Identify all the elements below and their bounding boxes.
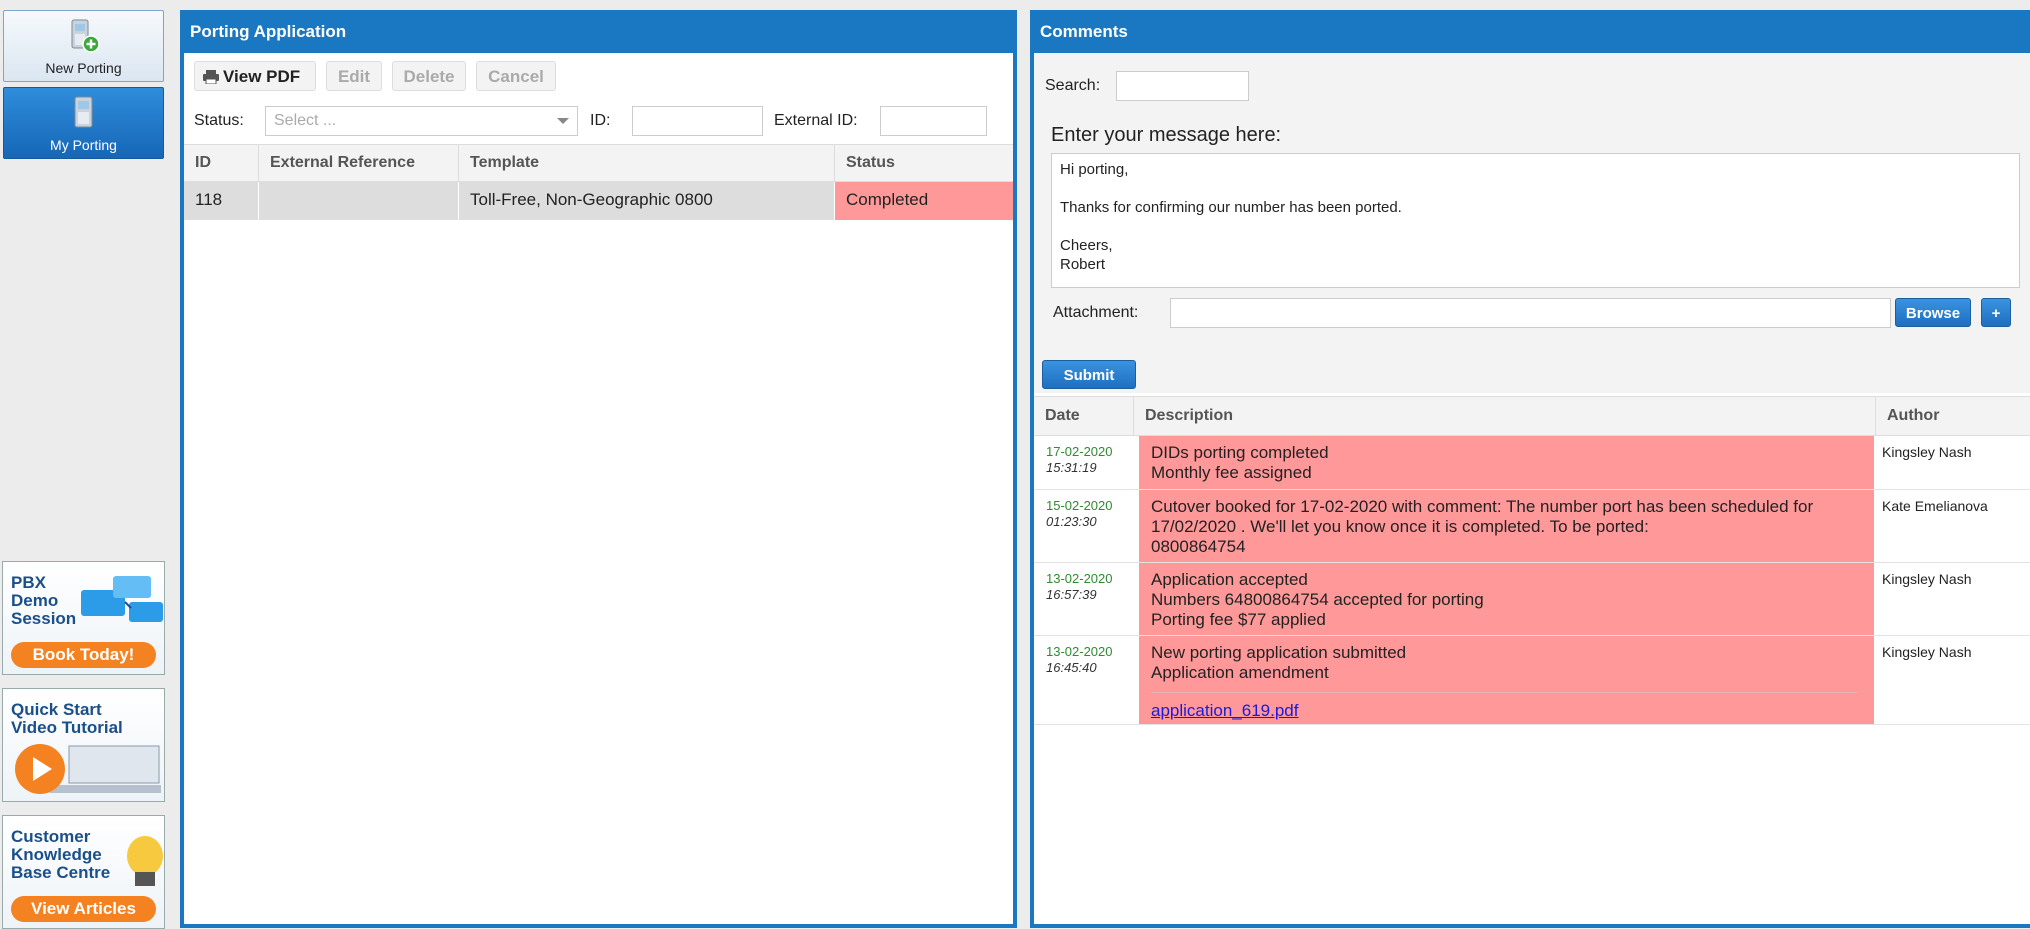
column-header-external-reference[interactable]: External Reference	[259, 145, 459, 181]
list-item[interactable]: 17-02-2020 15:31:19 DIDs porting complet…	[1034, 436, 2030, 490]
cell-external-reference	[259, 182, 459, 220]
comment-datetime: 15-02-2020 01:23:30	[1046, 498, 1113, 530]
comment-time: 01:23:30	[1046, 514, 1097, 529]
comment-date: 13-02-2020	[1046, 571, 1113, 586]
comment-line: Cutover booked for 17-02-2020 with comme…	[1151, 497, 1814, 516]
quick-start-text: Quick Start Video Tutorial	[11, 700, 123, 737]
column-header-description[interactable]: Description	[1134, 397, 1876, 435]
table-row[interactable]: 118 Toll-Free, Non-Geographic 0800 Compl…	[184, 182, 1013, 220]
pbx-demo-banner[interactable]: PBX Demo Session Book Today!	[2, 561, 165, 675]
my-porting-button[interactable]: My Porting	[3, 87, 164, 159]
comment-line: 0800864754	[1151, 537, 1246, 556]
comment-time: 16:45:40	[1046, 660, 1097, 675]
play-video-icon	[15, 744, 161, 794]
comments-grid-header: Date Description Author	[1034, 396, 2030, 436]
comment-date: 17-02-2020	[1046, 444, 1113, 459]
column-header-author[interactable]: Author	[1876, 397, 2030, 435]
comment-date: 13-02-2020	[1046, 644, 1113, 659]
comment-author: Kingsley Nash	[1882, 571, 1972, 587]
column-header-status[interactable]: Status	[835, 145, 1013, 181]
status-filter-label: Status:	[194, 112, 244, 129]
my-porting-phone-icon	[74, 96, 93, 128]
comments-panel: Comments Search: Enter your message here…	[1030, 10, 2030, 928]
message-textarea[interactable]: Hi porting, Thanks for confirming our nu…	[1051, 153, 2020, 288]
porting-grid-header: ID External Reference Template Status	[184, 144, 1013, 182]
add-attachment-button[interactable]: +	[1981, 298, 2011, 327]
column-header-date[interactable]: Date	[1034, 397, 1134, 435]
status-badge: Completed	[835, 182, 1013, 220]
view-pdf-label: View PDF	[223, 67, 301, 86]
chevron-down-icon	[557, 118, 569, 124]
comment-divider	[1151, 692, 1857, 693]
comment-author: Kingsley Nash	[1882, 444, 1972, 460]
cell-id: 118	[184, 182, 259, 220]
cell-template: Toll-Free, Non-Geographic 0800	[459, 182, 835, 220]
comment-line: New porting application submitted	[1151, 643, 1407, 662]
comments-panel-title: Comments	[1030, 10, 2030, 53]
submit-button[interactable]: Submit	[1042, 360, 1136, 389]
comment-time: 15:31:19	[1046, 460, 1097, 475]
external-id-filter-label: External ID:	[774, 112, 858, 129]
comment-line: Application accepted	[1151, 570, 1308, 589]
search-input[interactable]	[1116, 71, 1249, 101]
delete-button[interactable]: Delete	[392, 61, 466, 91]
new-porting-phone-icon	[71, 19, 100, 53]
list-item[interactable]: 15-02-2020 01:23:30 Cutover booked for 1…	[1034, 490, 2030, 563]
comment-line: DIDs porting completed	[1151, 443, 1329, 462]
id-filter-label: ID:	[590, 112, 611, 129]
list-item[interactable]: 13-02-2020 16:57:39 Application accepted…	[1034, 563, 2030, 636]
comment-description: DIDs porting completed Monthly fee assig…	[1139, 436, 1874, 489]
knowledge-base-text: Customer Knowledge Base Centre	[11, 827, 111, 882]
light-bulb-icon	[127, 836, 163, 886]
list-item[interactable]: 13-02-2020 16:45:40 New porting applicat…	[1034, 636, 2030, 725]
message-label: Enter your message here:	[1051, 124, 1282, 146]
comment-line: Porting fee $77 applied	[1151, 610, 1326, 629]
side-navigation: New Porting My Porting PBX Demo Session …	[0, 0, 170, 929]
column-header-template[interactable]: Template	[459, 145, 835, 181]
edit-button[interactable]: Edit	[326, 61, 382, 91]
browse-button[interactable]: Browse	[1895, 298, 1971, 327]
porting-application-panel: Porting Application View PDF Edit Delete…	[180, 10, 1017, 928]
printer-icon	[203, 70, 219, 84]
comment-time: 16:57:39	[1046, 587, 1097, 602]
comment-date: 15-02-2020	[1046, 498, 1113, 513]
diagram-icon	[81, 576, 163, 622]
new-porting-label: New Porting	[45, 60, 122, 76]
comment-description: New porting application submitted Applic…	[1139, 636, 1874, 724]
comment-line: 17/02/2020 . We'll let you know once it …	[1151, 517, 1649, 536]
comment-line: Monthly fee assigned	[1151, 463, 1312, 482]
new-porting-button[interactable]: New Porting	[3, 10, 164, 82]
external-id-filter-input[interactable]	[880, 106, 987, 136]
my-porting-label: My Porting	[50, 137, 117, 153]
view-pdf-button[interactable]: View PDF	[194, 61, 316, 91]
search-label: Search:	[1045, 77, 1101, 94]
cancel-button[interactable]: Cancel	[476, 61, 556, 91]
comment-description: Cutover booked for 17-02-2020 with comme…	[1139, 490, 1874, 562]
column-header-id[interactable]: ID	[184, 145, 259, 181]
comment-author: Kingsley Nash	[1882, 644, 1972, 660]
attachment-label: Attachment:	[1053, 304, 1139, 321]
attachment-input[interactable]	[1170, 298, 1891, 328]
comment-author: Kate Emelianova	[1882, 498, 1988, 514]
comment-datetime: 13-02-2020 16:45:40	[1046, 644, 1113, 676]
comment-datetime: 13-02-2020 16:57:39	[1046, 571, 1113, 603]
id-filter-input[interactable]	[632, 106, 763, 136]
attachment-link[interactable]: application_619.pdf	[1151, 701, 1862, 721]
quick-start-banner[interactable]: Quick Start Video Tutorial	[2, 688, 165, 802]
view-articles-button[interactable]: View Articles	[11, 896, 156, 922]
pbx-demo-text: PBX Demo Session	[11, 573, 77, 628]
comment-line: Application amendment	[1151, 663, 1329, 682]
book-today-button[interactable]: Book Today!	[11, 642, 156, 668]
knowledge-base-banner[interactable]: Customer Knowledge Base Centre View Arti…	[2, 815, 165, 929]
comment-datetime: 17-02-2020 15:31:19	[1046, 444, 1113, 476]
status-filter-select[interactable]: Select ...	[265, 106, 578, 136]
status-filter-placeholder: Select ...	[274, 112, 337, 129]
comment-line: Numbers 64800864754 accepted for porting	[1151, 590, 1484, 609]
porting-panel-title: Porting Application	[180, 10, 1017, 53]
comment-description: Application accepted Numbers 64800864754…	[1139, 563, 1874, 635]
